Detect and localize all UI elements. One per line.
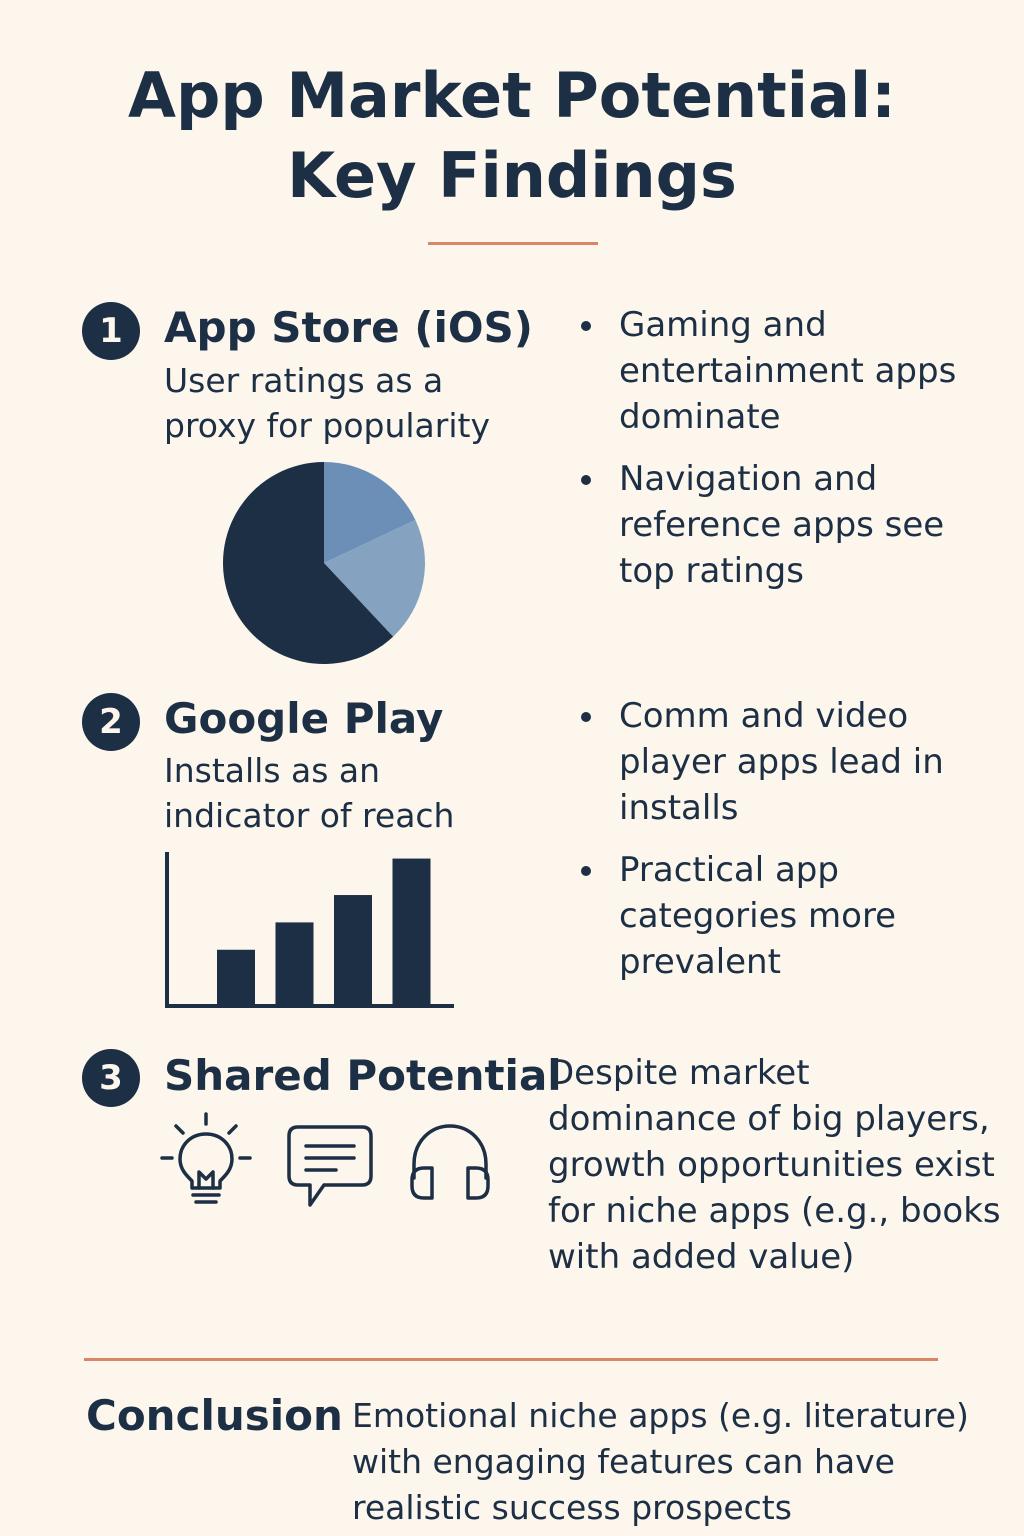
- conclusion-label: Conclusion: [86, 1391, 343, 1440]
- page-title: App Market Potential: Key Findings: [0, 56, 1024, 216]
- section-number-1: 1: [82, 302, 140, 360]
- section-title-google-play: Google Play: [164, 694, 444, 743]
- bar: [217, 949, 255, 1006]
- section-number-3: 3: [82, 1049, 140, 1107]
- section-subtitle-google-play: Installs as an indicator of reach: [164, 751, 455, 835]
- conclusion-text: Emotional niche apps (e.g. literature) w…: [352, 1396, 969, 1527]
- ratings-pie-chart: [222, 462, 425, 664]
- bullet-item: Gaming and entertainment apps dominate: [576, 302, 996, 440]
- bar: [392, 858, 431, 1006]
- bullet-item: Comm and video player apps lead in insta…: [576, 693, 996, 831]
- shared-potential-text: Despite market dominance of big players,…: [548, 1053, 1001, 1277]
- google-play-bullets: Comm and video player apps lead in insta…: [576, 693, 996, 1001]
- chat-bubble-icon: [287, 1125, 373, 1207]
- title-line-1: App Market Potential:: [128, 59, 896, 132]
- section-number-2: 2: [82, 693, 140, 751]
- section-subtitle-app-store: User ratings as a proxy for popularity: [164, 361, 490, 445]
- section-title-shared-potential: Shared Potential: [164, 1051, 562, 1100]
- lightbulb-icon: [160, 1112, 252, 1204]
- app-store-bullets: Gaming and entertainment apps dominate N…: [576, 302, 996, 610]
- installs-bar-chart: [165, 852, 454, 1008]
- bar: [334, 895, 372, 1006]
- title-divider: [428, 242, 598, 245]
- bar: [275, 922, 314, 1006]
- headphones-icon: [410, 1124, 490, 1200]
- section-title-app-store: App Store (iOS): [164, 303, 533, 352]
- bullet-item: Practical app categories more prevalent: [576, 847, 996, 985]
- bullet-item: Navigation and reference apps see top ra…: [576, 456, 996, 594]
- title-line-2: Key Findings: [287, 139, 737, 212]
- conclusion-divider: [84, 1358, 938, 1361]
